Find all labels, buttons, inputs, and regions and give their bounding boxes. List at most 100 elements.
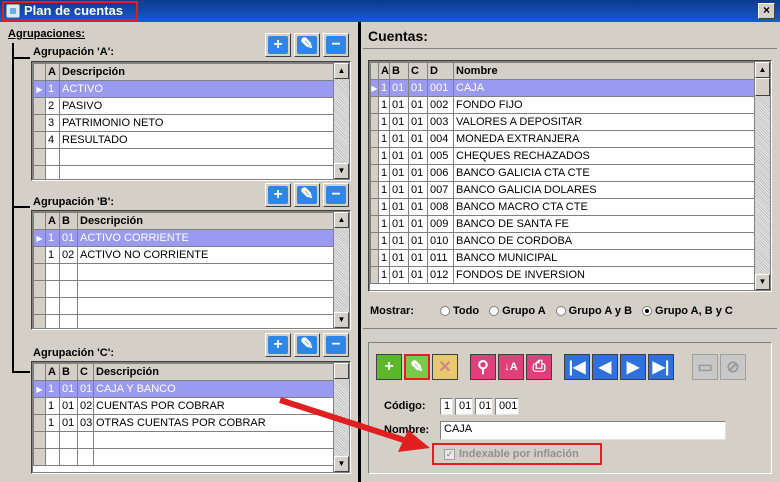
add-button[interactable]: + — [265, 33, 291, 57]
col-header[interactable]: Descripción — [77, 212, 337, 230]
edit-button[interactable]: ✎ — [294, 333, 320, 357]
row-indicator — [370, 181, 379, 199]
edit-button[interactable]: ✎ — [294, 183, 320, 207]
cell: 01 — [408, 130, 428, 148]
table-row[interactable]: ▶ 1 01 01 001 CAJA — [370, 79, 756, 97]
cancel-icon: ✕ — [438, 359, 452, 376]
col-header[interactable]: A — [378, 62, 390, 80]
col-header[interactable]: Descripción — [59, 63, 337, 81]
radio-todo[interactable]: Todo — [440, 305, 479, 317]
vertical-scrollbar[interactable]: ▲ ▼ — [333, 63, 349, 179]
col-header[interactable]: B — [59, 212, 78, 230]
print-button[interactable]: ⎙ — [526, 354, 552, 380]
table-row[interactable]: 1 01 01 004 MONEDA EXTRANJERA — [370, 130, 756, 148]
new-record-button[interactable]: + — [376, 354, 402, 380]
cell: 01 — [389, 215, 409, 233]
table-row[interactable]: 1 01 01 002 FONDO FIJO — [370, 96, 756, 114]
vertical-scrollbar[interactable]: ▲ ▼ — [754, 62, 770, 290]
scroll-up-icon[interactable]: ▲ — [755, 62, 770, 78]
table-row[interactable]: 1 01 01 003 VALORES A DEPOSITAR — [370, 113, 756, 131]
disabled-button[interactable]: ⊘ — [720, 354, 746, 380]
vertical-scrollbar[interactable]: ▲ ▼ — [333, 212, 349, 328]
table-row[interactable]: 1 01 01 008 BANCO MACRO CTA CTE — [370, 198, 756, 216]
table-row[interactable]: 1 01 01 005 CHEQUES RECHAZADOS — [370, 147, 756, 165]
group-b-grid[interactable]: A B Descripción ▶ 1 01 ACTIVO CORRIENTE … — [31, 210, 351, 330]
scroll-up-icon[interactable]: ▲ — [334, 212, 349, 228]
sort-az-icon: ↓A — [504, 361, 518, 373]
delete-button[interactable]: − — [323, 183, 349, 207]
save-record-button[interactable]: ▭ — [692, 354, 718, 380]
sort-button[interactable]: ↓A — [498, 354, 524, 380]
group-a-grid[interactable]: A Descripción ▶ 1 ACTIVO 2 PASIVO 3 PATR… — [31, 61, 351, 181]
tree-line — [12, 43, 14, 373]
delete-button[interactable]: − — [323, 333, 349, 357]
col-header[interactable]: B — [389, 62, 409, 80]
col-header[interactable]: A — [45, 363, 60, 381]
cell: 001 — [427, 79, 454, 97]
table-row[interactable]: 3 PATRIMONIO NETO — [33, 114, 337, 132]
col-header[interactable]: A — [45, 212, 60, 230]
cell: 1 — [378, 130, 390, 148]
table-row[interactable]: 1 01 01 007 BANCO GALICIA DOLARES — [370, 181, 756, 199]
plus-icon: + — [268, 186, 288, 204]
cell: 002 — [427, 96, 454, 114]
codigo-a-field[interactable]: 1 — [440, 398, 453, 415]
scroll-down-icon[interactable]: ▼ — [334, 312, 349, 328]
cell: 01 — [389, 198, 409, 216]
table-row[interactable]: 1 01 01 012 FONDOS DE INVERSION — [370, 266, 756, 284]
col-header[interactable]: B — [59, 363, 78, 381]
codigo-d-field[interactable]: 001 — [495, 398, 519, 415]
agrupaciones-label: Agrupaciones: — [8, 28, 86, 40]
indexable-label: Indexable por inflación — [459, 448, 579, 460]
col-header[interactable]: D — [427, 62, 454, 80]
col-header[interactable]: C — [408, 62, 428, 80]
edit-button[interactable]: ✎ — [294, 33, 320, 57]
scroll-up-icon[interactable]: ▲ — [334, 63, 349, 79]
radio-grupo-a-b-c[interactable]: Grupo A, B y C — [642, 305, 733, 317]
scroll-down-icon[interactable]: ▼ — [755, 274, 770, 290]
indexable-checkbox[interactable]: ✓ Indexable por inflación — [432, 443, 602, 465]
table-row[interactable]: 1 02 ACTIVO NO CORRIENTE — [33, 246, 337, 264]
scroll-thumb[interactable] — [334, 363, 349, 379]
table-row[interactable]: 1 01 01 009 BANCO DE SANTA FE — [370, 215, 756, 233]
codigo-b-field[interactable]: 01 — [455, 398, 473, 415]
codigo-c-field[interactable]: 01 — [475, 398, 493, 415]
cancel-record-button[interactable]: ✕ — [432, 354, 458, 380]
scroll-down-icon[interactable]: ▼ — [334, 163, 349, 179]
col-header[interactable]: C — [77, 363, 94, 381]
cell: PASIVO — [59, 97, 337, 115]
cell: BANCO DE SANTA FE — [453, 215, 756, 233]
close-button[interactable]: × — [758, 3, 775, 19]
nombre-input[interactable]: CAJA — [440, 421, 726, 440]
prev-record-button[interactable]: ◀ — [592, 354, 618, 380]
last-record-button[interactable]: ▶| — [648, 354, 674, 380]
first-record-button[interactable]: |◀ — [564, 354, 590, 380]
radio-grupo-a-b[interactable]: Grupo A y B — [555, 305, 632, 317]
table-row[interactable]: 1 01 01 006 BANCO GALICIA CTA CTE — [370, 164, 756, 182]
cell: 01 — [389, 79, 409, 97]
col-header[interactable]: A — [45, 63, 60, 81]
table-row[interactable]: ▶ 1 01 ACTIVO CORRIENTE — [33, 229, 337, 247]
col-header[interactable]: Nombre — [453, 62, 756, 80]
cuentas-grid[interactable]: A B C D Nombre ▶ 1 01 01 001 CAJA 1 01 01 002 FOND… — [368, 60, 772, 292]
radio-selected-icon — [642, 306, 653, 317]
table-row[interactable]: ▶ 1 ACTIVO — [33, 80, 337, 98]
cell: CHEQUES RECHAZADOS — [453, 147, 756, 165]
row-pointer-icon: ▶ — [33, 380, 46, 398]
edit-record-button[interactable]: ✎ — [404, 354, 430, 380]
radio-grupo-a[interactable]: Grupo A — [489, 305, 546, 317]
scroll-thumb[interactable] — [755, 78, 770, 96]
search-button[interactable]: ⚲ — [470, 354, 496, 380]
table-row[interactable]: 2 PASIVO — [33, 97, 337, 115]
table-row[interactable]: 1 01 01 011 BANCO MUNICIPAL — [370, 249, 756, 267]
add-button[interactable]: + — [265, 333, 291, 357]
cell: 01 — [408, 249, 428, 267]
add-button[interactable]: + — [265, 183, 291, 207]
delete-button[interactable]: − — [323, 33, 349, 57]
cell: 005 — [427, 147, 454, 165]
row-indicator — [33, 97, 46, 115]
next-record-button[interactable]: ▶ — [620, 354, 646, 380]
table-row[interactable]: 1 01 01 010 BANCO DE CORDOBA — [370, 232, 756, 250]
table-row[interactable]: 4 RESULTADO — [33, 131, 337, 149]
col-header[interactable]: Descripción — [93, 363, 337, 381]
